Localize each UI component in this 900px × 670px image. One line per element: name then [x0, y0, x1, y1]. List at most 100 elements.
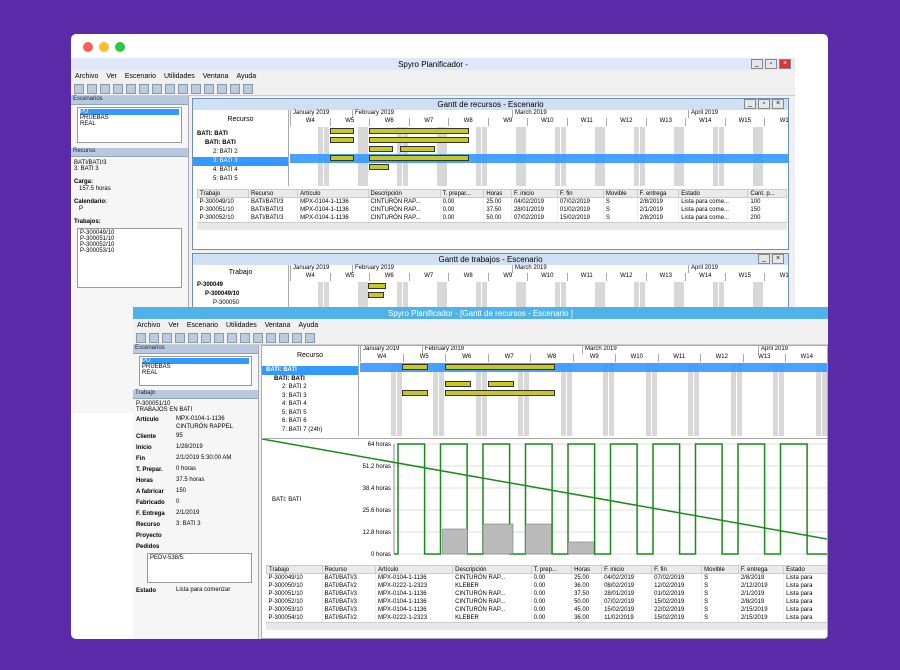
- toolbar-button-icon[interactable]: [178, 83, 188, 94]
- grid-column-header[interactable]: T. prepar...: [439, 189, 485, 198]
- table-row[interactable]: P-300051/10 BATI/BATI/3 MPX-0104-1-1136 CIN…: [197, 205, 787, 214]
- gantt-trabajos-chart[interactable]: January 2019 February 2019 March 2019 April…: [290, 265, 788, 312]
- close-icon[interactable]: ×: [779, 59, 791, 69]
- menu-item[interactable]: Archivo: [75, 73, 98, 80]
- gantt-row-label[interactable]: 4: BATI 4: [193, 166, 288, 175]
- toolbar-button-icon[interactable]: [201, 332, 211, 343]
- minimize-icon[interactable]: _: [744, 99, 756, 109]
- toolbar-button-icon[interactable]: [243, 83, 253, 94]
- gantt-task-bar[interactable]: [488, 381, 514, 387]
- grid-column-header[interactable]: Trabajo: [266, 565, 323, 574]
- gantt-row-label[interactable]: 3: BATI 3: [262, 392, 358, 401]
- table-row[interactable]: P-300052/10 BATI/BATI/3 MPX-0104-1-1136 CIN…: [266, 597, 827, 606]
- grid-column-header[interactable]: F. fin: [651, 565, 703, 574]
- minimize-icon[interactable]: _: [751, 59, 763, 69]
- gantt-row-label[interactable]: BATI: BATI: [262, 375, 358, 384]
- menu-item[interactable]: Escenario: [187, 322, 218, 329]
- gantt-task-bar[interactable]: [369, 155, 469, 161]
- gantt-row-label[interactable]: 2: BATI 2: [262, 383, 358, 392]
- grid-column-header[interactable]: Descripción: [367, 189, 441, 198]
- gantt-row-label[interactable]: 3: BATI 3: [193, 157, 288, 166]
- toolbar-button-icon[interactable]: [240, 332, 250, 343]
- grid-column-header[interactable]: F. inicio: [601, 565, 653, 574]
- toolbar-button-icon[interactable]: [279, 332, 289, 343]
- toolbar-button-icon[interactable]: [139, 83, 149, 94]
- table-row[interactable]: P-300051/10 BATI/BATI/3 MPX-0104-1-1136 CIN…: [266, 589, 827, 598]
- grid-column-header[interactable]: Estado: [783, 565, 827, 574]
- toolbar-button-icon[interactable]: [87, 83, 97, 94]
- gantt-task-bar[interactable]: [445, 389, 555, 396]
- gantt-row-label[interactable]: BATI: BATI: [193, 139, 288, 148]
- gantt-task-bar[interactable]: [330, 128, 354, 134]
- grid-column-header[interactable]: Recurso: [248, 189, 299, 198]
- restore-icon[interactable]: ▫: [765, 59, 777, 69]
- toolbar-button-icon[interactable]: [191, 83, 201, 94]
- grid-column-header[interactable]: Horas: [571, 565, 603, 574]
- table-row[interactable]: P-300054/10 BATI/BATI/2 MPX-0222-1-2323 KLE…: [266, 613, 827, 622]
- toolbar-button-icon[interactable]: [162, 332, 172, 343]
- menu-item[interactable]: Escenario: [125, 73, 156, 80]
- menu-item[interactable]: Ayuda: [298, 322, 318, 329]
- close-icon[interactable]: ×: [772, 254, 784, 264]
- toolbar-button-icon[interactable]: [266, 332, 276, 343]
- grid-column-header[interactable]: Descripción: [452, 565, 532, 574]
- gantt-row-label[interactable]: 7: BATI 7 (24h): [262, 426, 358, 435]
- table-row[interactable]: P-300053/10 BATI/BATI/3 MPX-0104-1-1136 CIN…: [266, 605, 827, 614]
- gantt-row-label[interactable]: 5: BATI 5: [193, 175, 288, 184]
- restore-icon[interactable]: ▫: [758, 99, 770, 109]
- menu-item[interactable]: Ventana: [203, 73, 229, 80]
- gantt-task-bar[interactable]: [369, 146, 393, 152]
- gantt-row-label[interactable]: 2: BATI 2: [193, 148, 288, 157]
- grid-column-header[interactable]: Artículo: [297, 189, 369, 198]
- grid-column-header[interactable]: F. fin: [556, 189, 604, 198]
- toolbar-button-icon[interactable]: [227, 332, 237, 343]
- toolbar-button-icon[interactable]: [188, 332, 198, 343]
- grid-column-header[interactable]: F. entrega: [737, 565, 785, 574]
- toolbar-button-icon[interactable]: [253, 332, 263, 343]
- menu-item[interactable]: Ver: [106, 73, 117, 80]
- toolbar-button-icon[interactable]: [217, 83, 227, 94]
- toolbar-button-icon[interactable]: [165, 83, 175, 94]
- table-row[interactable]: P-300050/10 BATI/BATI/2 MPX-0222-1-2323 KLE…: [266, 581, 827, 590]
- toolbar-button-icon[interactable]: [230, 83, 240, 94]
- toolbar-button-icon[interactable]: [152, 83, 162, 94]
- grid-column-header[interactable]: Movible: [701, 565, 739, 574]
- gantt-row-label[interactable]: BATI: BATI: [262, 366, 358, 375]
- toolbar-button-icon[interactable]: [214, 332, 224, 343]
- horizontal-scrollbar[interactable]: [266, 621, 827, 630]
- gantt-task-bar[interactable]: [330, 155, 354, 161]
- grid-column-header[interactable]: Artículo: [374, 565, 454, 574]
- gantt-recursos-chart[interactable]: January 2019 February 2019 March 2019 April…: [290, 110, 788, 186]
- toolbar-button-icon[interactable]: [292, 332, 302, 343]
- toolbar-button-icon[interactable]: [74, 83, 84, 94]
- grid-column-header[interactable]: F. entrega: [636, 189, 680, 198]
- gantt-task-bar[interactable]: [368, 292, 384, 298]
- toolbar-button-icon[interactable]: [136, 332, 146, 343]
- gantt-task-bar[interactable]: [369, 137, 469, 143]
- menu-item[interactable]: Ventana: [265, 322, 291, 329]
- grid-column-header[interactable]: Trabajo: [196, 189, 250, 198]
- gantt-task-bar[interactable]: [369, 164, 389, 170]
- gantt-task-bar[interactable]: [402, 364, 428, 370]
- toolbar-button-icon[interactable]: [113, 83, 123, 94]
- gantt-task-bar[interactable]: [400, 146, 435, 152]
- close-icon[interactable]: ×: [772, 99, 784, 109]
- gantt-row-label[interactable]: 5: BATI 5: [262, 409, 358, 418]
- menu-item[interactable]: Archivo: [137, 322, 160, 329]
- gantt-task-bar[interactable]: [369, 128, 469, 134]
- gantt-row-label[interactable]: P-300049: [193, 281, 288, 290]
- trabajo-item[interactable]: P-300053/10: [80, 248, 179, 254]
- minimize-icon[interactable]: _: [758, 254, 770, 264]
- table-row[interactable]: P-300052/10 BATI/BATI/3 MPX-0104-1-1136 CIN…: [197, 213, 787, 222]
- grid-column-header[interactable]: Cant. p...: [747, 189, 787, 198]
- grid-column-header[interactable]: Recurso: [321, 565, 377, 574]
- gantt-row-label[interactable]: 4: BATI 4: [262, 400, 358, 409]
- gantt-task-bar[interactable]: [445, 364, 555, 370]
- toolbar-button-icon[interactable]: [204, 83, 214, 94]
- menu-item[interactable]: Utilidades: [226, 322, 257, 329]
- gantt-row-label[interactable]: 6: BATI 6: [262, 417, 358, 426]
- toolbar-button-icon[interactable]: [305, 332, 315, 343]
- grid-column-header[interactable]: Estado: [678, 189, 749, 198]
- gantt-task-bar[interactable]: [402, 389, 428, 396]
- grid-column-header[interactable]: T. prep...: [530, 565, 573, 574]
